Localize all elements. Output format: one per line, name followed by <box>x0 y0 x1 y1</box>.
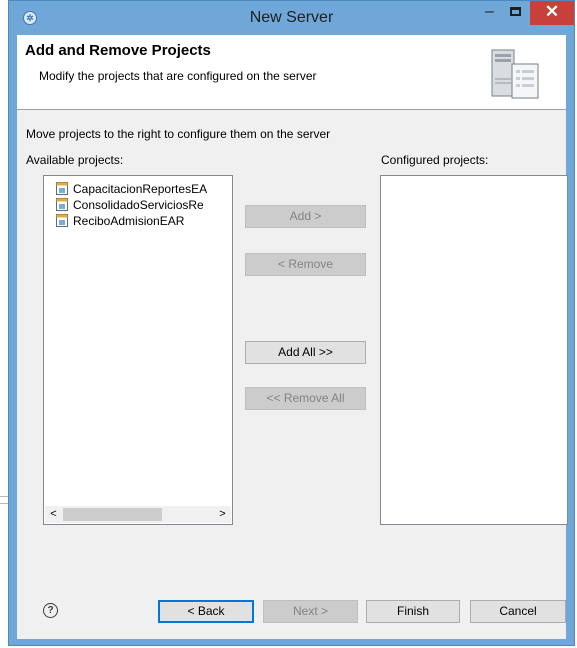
scroll-right-button[interactable]: > <box>214 506 231 523</box>
instructions-text: Move projects to the right to configure … <box>26 127 331 141</box>
add-all-button[interactable]: Add All >> <box>245 341 366 364</box>
project-label: ReciboAdmisionEAR <box>73 214 185 228</box>
configured-projects-label: Configured projects: <box>381 153 489 167</box>
back-button[interactable]: < Back <box>158 600 254 623</box>
remove-all-button[interactable]: << Remove All <box>245 387 366 410</box>
cancel-button[interactable]: Cancel <box>470 600 566 623</box>
maximize-button[interactable] <box>502 1 529 25</box>
list-item[interactable]: ConsolidadoServiciosRe <box>56 197 204 213</box>
list-item[interactable]: ReciboAdmisionEAR <box>56 213 185 229</box>
title-bar[interactable]: ✲ New Server – ✕ <box>9 1 574 35</box>
remove-button[interactable]: < Remove <box>245 253 366 276</box>
available-projects-list[interactable]: CapacitacionReportesEA ConsolidadoServic… <box>43 175 233 525</box>
project-label: CapacitacionReportesEA <box>73 182 208 196</box>
project-label: ConsolidadoServiciosRe <box>73 198 204 212</box>
horizontal-scrollbar[interactable]: < > <box>45 506 231 523</box>
list-item[interactable]: CapacitacionReportesEA <box>56 181 208 197</box>
next-button[interactable]: Next > <box>263 600 358 623</box>
available-projects-label: Available projects: <box>26 153 124 167</box>
ear-project-icon <box>56 182 68 195</box>
page-title: Add and Remove Projects <box>25 42 211 59</box>
finish-button[interactable]: Finish <box>366 600 460 623</box>
help-icon[interactable]: ? <box>43 603 58 618</box>
ear-project-icon <box>56 198 68 211</box>
configured-projects-list[interactable] <box>380 175 568 525</box>
page-description: Modify the projects that are configured … <box>39 69 317 83</box>
scroll-thumb[interactable] <box>63 508 162 521</box>
close-button[interactable]: ✕ <box>530 1 574 25</box>
maximize-icon <box>510 7 521 16</box>
server-wizard-icon <box>491 49 539 99</box>
minimize-button[interactable]: – <box>477 1 502 25</box>
scroll-left-button[interactable]: < <box>45 506 62 523</box>
add-button[interactable]: Add > <box>245 205 366 228</box>
wizard-header: Add and Remove Projects Modify the proje… <box>17 35 566 110</box>
new-server-dialog: ✲ New Server – ✕ Add and Remove Projects… <box>8 0 575 646</box>
dialog-client-area: Add and Remove Projects Modify the proje… <box>17 35 568 639</box>
ear-project-icon <box>56 214 68 227</box>
